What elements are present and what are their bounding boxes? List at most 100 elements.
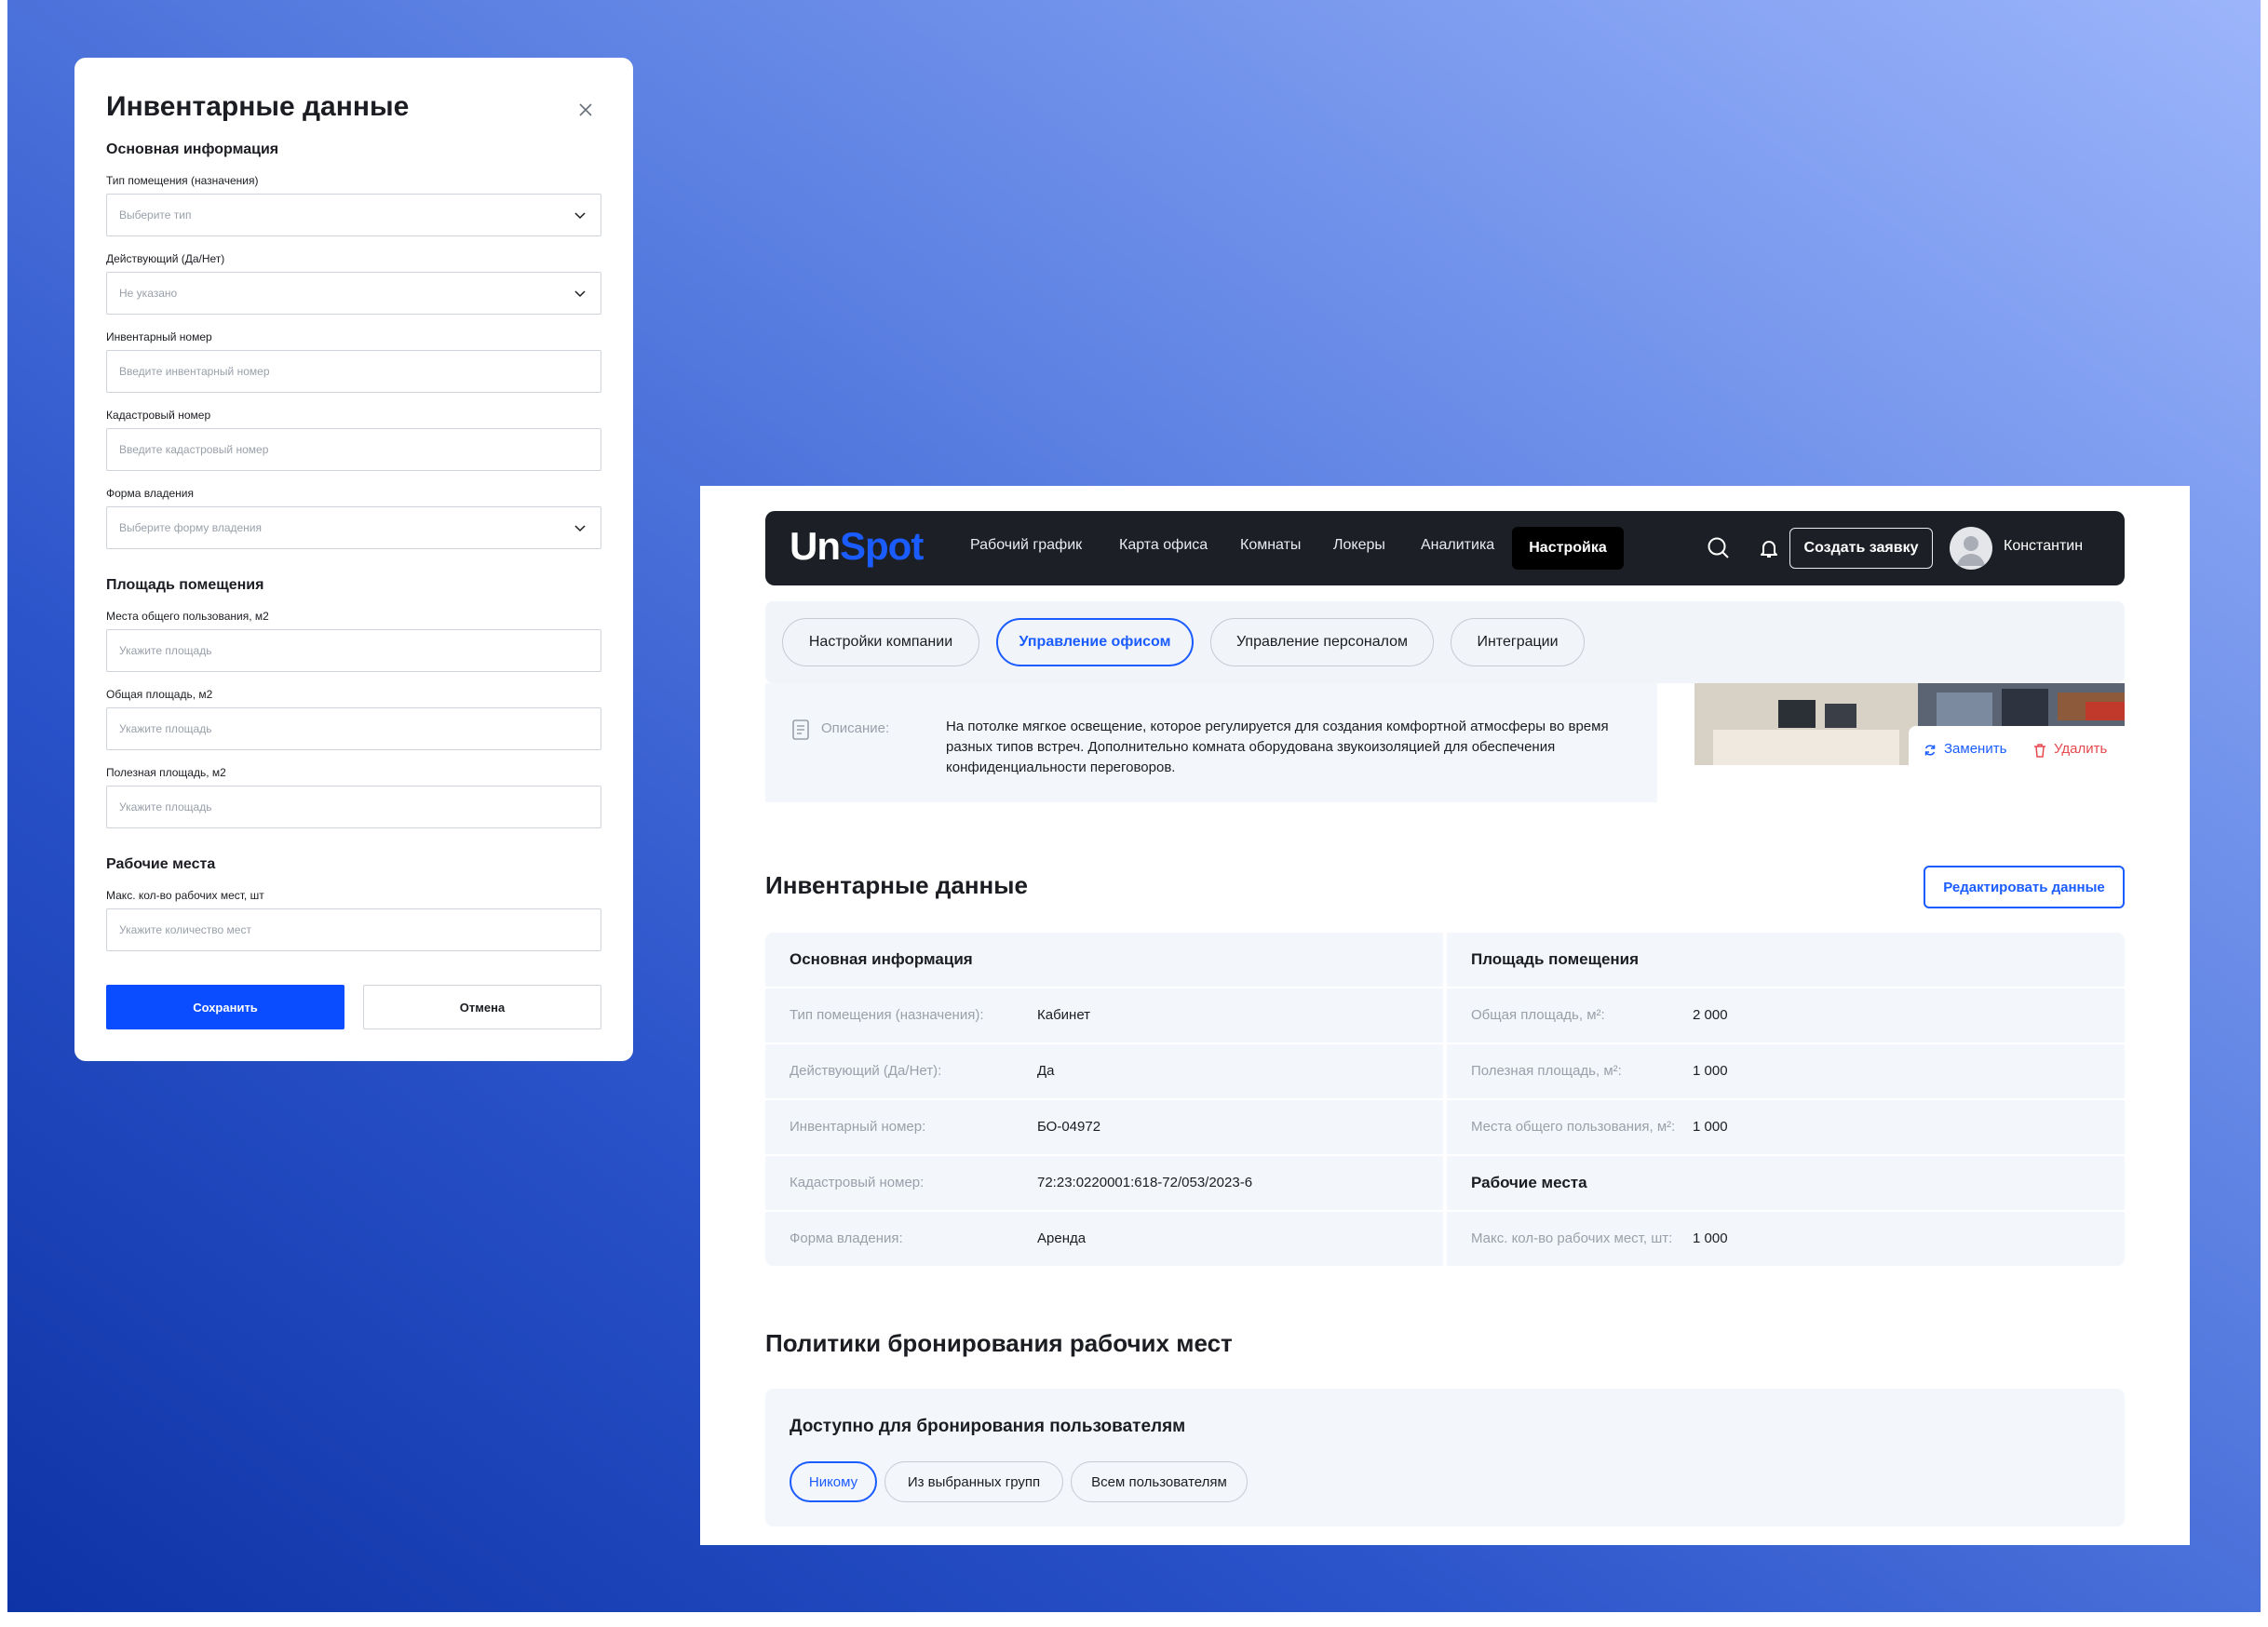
row-value: Кабинет [1037, 1007, 1091, 1023]
useful-area-label: Полезная площадь, м2 [106, 766, 226, 779]
replace-photo-button[interactable]: Заменить [1944, 741, 2006, 757]
table-header-cell: Площадь помещения [1447, 933, 2125, 987]
policy-title: Политики бронирования рабочих мест [765, 1329, 1233, 1357]
inventory-number-label: Инвентарный номер [106, 330, 212, 343]
table-row: Действующий (Да/Нет): Да [765, 1044, 1443, 1098]
table-row: Общая площадь, м²: 2 000 [1447, 988, 2125, 1042]
nav-item-rooms[interactable]: Комнаты [1240, 537, 1301, 554]
policy-chip-groups[interactable]: Из выбранных групп [884, 1461, 1063, 1502]
left-header: Основная информация [790, 950, 973, 968]
useful-area-input[interactable]: Укажите площадь [106, 786, 601, 828]
policy-subtitle: Доступно для бронирования пользователям [790, 1417, 1186, 1436]
type-label: Тип помещения (назначения) [106, 174, 259, 187]
row-value: 2 000 [1693, 1007, 1728, 1023]
tab-company-settings[interactable]: Настройки компании [782, 618, 979, 666]
common-area-input[interactable]: Укажите площадь [106, 629, 601, 672]
row-key: Форма владения: [790, 1230, 903, 1246]
logo-part-spot: Spot [840, 524, 924, 568]
save-button[interactable]: Сохранить [106, 985, 344, 1029]
row-key: Места общего пользования, м²: [1471, 1119, 1676, 1135]
trash-icon [2034, 744, 2045, 758]
bell-icon[interactable] [1756, 535, 1782, 561]
cancel-button[interactable]: Отмена [363, 985, 601, 1029]
common-area-label: Места общего пользования, м2 [106, 610, 269, 623]
row-value: 1 000 [1693, 1063, 1728, 1079]
nav-item-analytics[interactable]: Аналитика [1421, 537, 1494, 554]
inventory-number-placeholder: Введите инвентарный номер [119, 365, 270, 378]
nav-item-schedule[interactable]: Рабочий график [970, 537, 1082, 554]
total-area-placeholder: Укажите площадь [119, 722, 212, 735]
cadastral-number-input[interactable]: Введите кадастровый номер [106, 428, 601, 471]
logo-part-un: Un [790, 524, 841, 568]
row-value: 1 000 [1693, 1230, 1728, 1246]
table-row: Макс. кол-во рабочих мест, шт: 1 000 [1447, 1212, 2125, 1266]
type-select[interactable]: Выберите тип [106, 194, 601, 236]
photo-actions: Заменить Удалить [1909, 726, 2125, 774]
close-icon[interactable] [571, 95, 601, 125]
policy-chip-all[interactable]: Всем пользователям [1071, 1461, 1248, 1502]
policy-chip-nobody[interactable]: Никому [790, 1461, 877, 1502]
total-area-label: Общая площадь, м2 [106, 688, 213, 701]
row-key: Инвентарный номер: [790, 1119, 926, 1135]
create-request-button[interactable]: Создать заявку [1789, 528, 1933, 569]
row-key: Действующий (Да/Нет): [790, 1063, 942, 1079]
row-value: БО-04972 [1037, 1119, 1101, 1135]
table-row: Форма владения: Аренда [765, 1212, 1443, 1266]
tab-office-management[interactable]: Управление офисом [996, 618, 1194, 666]
refresh-icon [1924, 745, 1936, 756]
total-area-input[interactable]: Укажите площадь [106, 707, 601, 750]
tab-staff-management[interactable]: Управление персоналом [1210, 618, 1434, 666]
cadastral-number-placeholder: Введите кадастровый номер [119, 443, 269, 456]
avatar[interactable] [1950, 527, 1992, 570]
nav-item-lockers[interactable]: Локеры [1333, 537, 1385, 554]
row-value: 1 000 [1693, 1119, 1728, 1135]
table-header-cell: Основная информация [765, 933, 1443, 987]
chevron-down-icon [574, 212, 586, 220]
description-value: На потолке мягкое освещение, которое рег… [946, 719, 1609, 775]
row-value: Аренда [1037, 1230, 1087, 1246]
row-key: Кадастровый номер: [790, 1175, 925, 1190]
modal-title: Инвентарные данные [106, 91, 410, 122]
inventory-modal: Инвентарные данные Основная информация Т… [74, 58, 633, 1061]
policy-block: Доступно для бронирования пользователям … [765, 1389, 2125, 1526]
work-header: Рабочие места [1471, 1174, 1587, 1191]
top-nav: UnSpot Рабочий график Карта офиса Комнат… [765, 511, 2125, 585]
active-select[interactable]: Не указано [106, 272, 601, 315]
nav-item-office-map[interactable]: Карта офиса [1119, 537, 1208, 554]
active-placeholder: Не указано [119, 287, 178, 300]
inventory-title: Инвентарные данные [765, 871, 1028, 899]
useful-area-placeholder: Укажите площадь [119, 800, 212, 814]
nav-item-settings[interactable]: Настройка [1512, 527, 1624, 570]
delete-photo-button[interactable]: Удалить [2054, 741, 2107, 757]
table-row: Тип помещения (назначения): Кабинет [765, 988, 1443, 1042]
chevron-down-icon [574, 290, 586, 298]
table-row: Полезная площадь, м²: 1 000 [1447, 1044, 2125, 1098]
tab-integrations[interactable]: Интеграции [1451, 618, 1585, 666]
document-icon [792, 719, 809, 740]
table-row: Инвентарный номер: БО-04972 [765, 1100, 1443, 1154]
ownership-select[interactable]: Выберите форму владения [106, 506, 601, 549]
row-value: 72:23:0220001:618-72/053/2023-6 [1037, 1175, 1253, 1190]
search-icon[interactable] [1706, 535, 1732, 561]
section-basic: Основная информация [106, 141, 279, 157]
row-key: Макс. кол-во рабочих мест, шт: [1471, 1230, 1673, 1246]
common-area-placeholder: Укажите площадь [119, 644, 212, 657]
ownership-placeholder: Выберите форму владения [119, 521, 263, 534]
max-workplaces-label: Макс. кол-во рабочих мест, шт [106, 889, 264, 902]
max-workplaces-input[interactable]: Укажите количество мест [106, 908, 601, 951]
edit-data-button[interactable]: Редактировать данные [1924, 866, 2125, 908]
description-block: Описание: На потолке мягкое освещение, к… [765, 683, 1657, 802]
table-header-cell: Рабочие места [1447, 1156, 2125, 1210]
inventory-table: Основная информация Тип помещения (назна… [765, 933, 2125, 1266]
max-workplaces-placeholder: Укажите количество мест [119, 923, 251, 936]
active-label: Действующий (Да/Нет) [106, 252, 225, 265]
logo[interactable]: UnSpot [790, 524, 924, 569]
description-key: Описание: [821, 720, 890, 736]
right-header: Площадь помещения [1471, 950, 1640, 968]
user-name[interactable]: Константин [2004, 538, 2083, 555]
row-key: Общая площадь, м²: [1471, 1007, 1605, 1023]
settings-tabs: Настройки компании Управление офисом Упр… [765, 601, 2125, 683]
section-workplaces: Рабочие места [106, 856, 216, 872]
inventory-number-input[interactable]: Введите инвентарный номер [106, 350, 601, 393]
row-value: Да [1037, 1063, 1055, 1079]
